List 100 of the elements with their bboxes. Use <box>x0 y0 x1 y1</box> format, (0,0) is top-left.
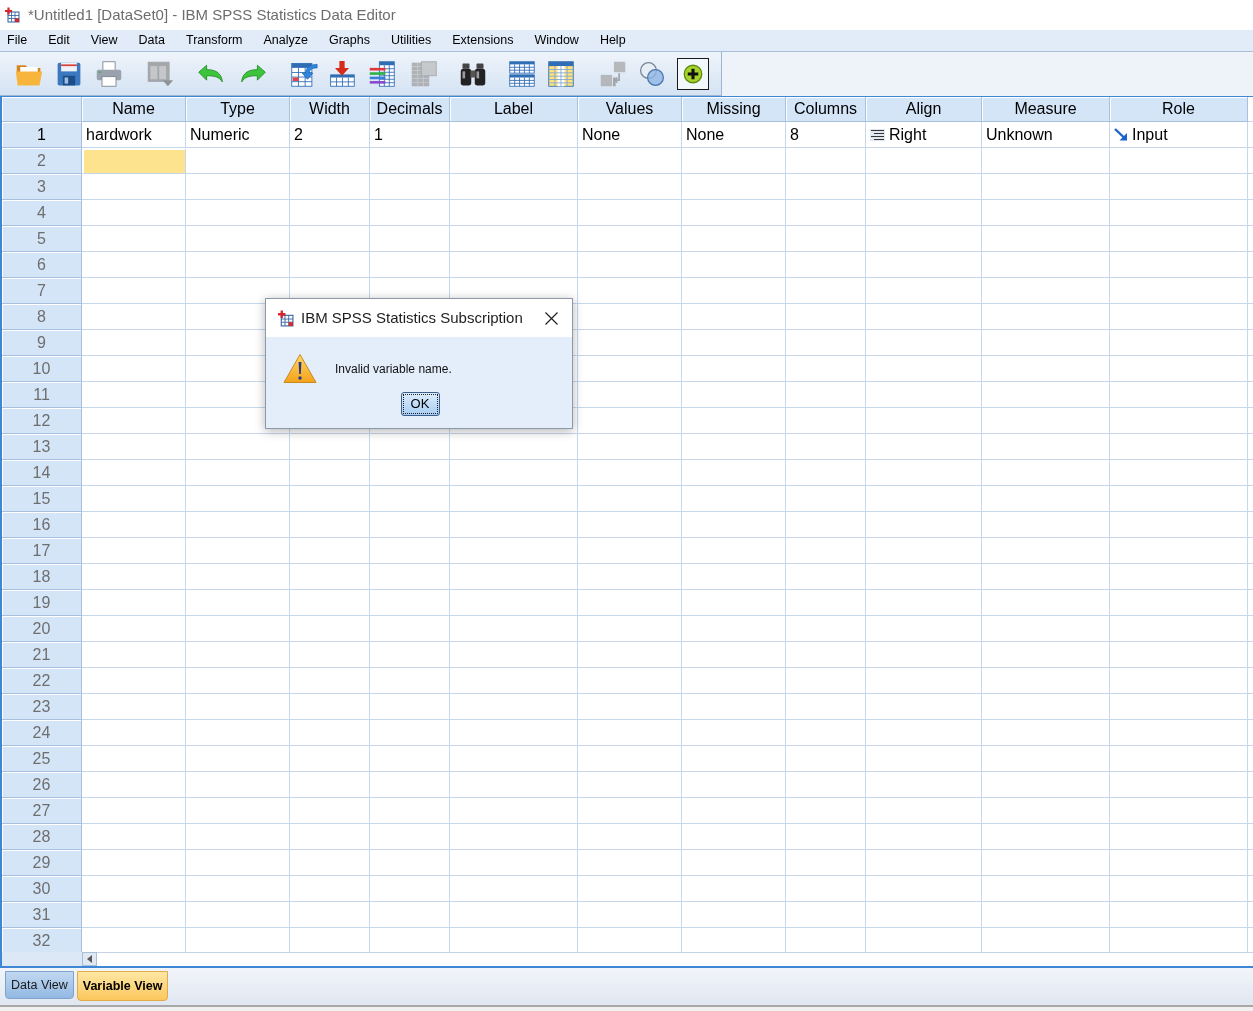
table-cell[interactable] <box>370 564 450 590</box>
table-cell[interactable] <box>450 772 578 798</box>
menu-item[interactable]: File <box>7 34 28 47</box>
table-cell[interactable] <box>982 798 1110 824</box>
row-header[interactable]: 21 <box>2 642 82 668</box>
table-cell[interactable] <box>982 720 1110 746</box>
scroll-left-button[interactable] <box>82 952 97 966</box>
table-cell[interactable] <box>578 902 682 928</box>
table-cell[interactable] <box>578 746 682 772</box>
table-cell[interactable] <box>682 538 786 564</box>
row-header[interactable]: 1 <box>2 122 82 148</box>
table-cell[interactable] <box>1110 408 1248 434</box>
table-cell[interactable] <box>866 876 982 902</box>
table-cell[interactable] <box>786 772 866 798</box>
table-cell[interactable] <box>982 538 1110 564</box>
row-header[interactable]: 14 <box>2 460 82 486</box>
table-cell[interactable] <box>866 564 982 590</box>
table-cell[interactable] <box>682 226 786 252</box>
table-cell[interactable] <box>982 694 1110 720</box>
table-cell[interactable] <box>682 590 786 616</box>
table-cell[interactable] <box>982 642 1110 668</box>
table-cell[interactable] <box>186 876 290 902</box>
table-cell[interactable] <box>186 642 290 668</box>
row-header[interactable]: 29 <box>2 850 82 876</box>
table-cell[interactable] <box>290 668 370 694</box>
row-header[interactable]: 13 <box>2 434 82 460</box>
table-cell[interactable] <box>866 746 982 772</box>
table-cell[interactable] <box>786 304 866 330</box>
table-cell[interactable] <box>82 330 186 356</box>
table-cell[interactable] <box>370 902 450 928</box>
table-cell[interactable] <box>370 434 450 460</box>
table-cell[interactable] <box>186 772 290 798</box>
table-cell[interactable] <box>82 226 186 252</box>
table-cell[interactable] <box>786 252 866 278</box>
table-cell[interactable] <box>450 642 578 668</box>
table-cell[interactable] <box>682 850 786 876</box>
table-cell[interactable] <box>450 122 578 148</box>
grid-corner[interactable] <box>2 97 82 122</box>
table-cell[interactable] <box>186 824 290 850</box>
table-cell[interactable] <box>982 460 1110 486</box>
close-button[interactable] <box>542 309 560 327</box>
table-cell[interactable] <box>186 148 290 174</box>
table-cell[interactable] <box>186 538 290 564</box>
table-cell[interactable]: None <box>578 122 682 148</box>
table-cell[interactable] <box>982 408 1110 434</box>
row-header[interactable]: 27 <box>2 798 82 824</box>
table-cell[interactable] <box>186 200 290 226</box>
row-header[interactable]: 18 <box>2 564 82 590</box>
table-cell[interactable] <box>370 824 450 850</box>
table-cell[interactable] <box>682 642 786 668</box>
table-cell[interactable] <box>982 902 1110 928</box>
table-cell[interactable] <box>82 720 186 746</box>
table-cell[interactable] <box>866 200 982 226</box>
table-cell[interactable] <box>370 694 450 720</box>
table-cell[interactable] <box>450 148 578 174</box>
table-cell[interactable] <box>578 148 682 174</box>
table-cell[interactable] <box>682 304 786 330</box>
table-cell[interactable] <box>578 174 682 200</box>
table-cell[interactable] <box>786 590 866 616</box>
table-cell[interactable] <box>982 278 1110 304</box>
table-cell[interactable] <box>982 304 1110 330</box>
table-cell[interactable] <box>290 798 370 824</box>
table-cell[interactable] <box>1110 434 1248 460</box>
table-cell[interactable] <box>82 486 186 512</box>
table-cell[interactable] <box>982 824 1110 850</box>
table-cell[interactable] <box>370 668 450 694</box>
table-cell[interactable] <box>682 460 786 486</box>
table-cell[interactable] <box>450 486 578 512</box>
table-cell[interactable] <box>1110 668 1248 694</box>
column-header[interactable]: Measure <box>982 97 1110 122</box>
table-cell[interactable] <box>578 824 682 850</box>
table-cell[interactable] <box>82 590 186 616</box>
menu-item[interactable]: Analyze <box>263 34 308 47</box>
table-cell[interactable] <box>450 460 578 486</box>
table-cell[interactable] <box>786 330 866 356</box>
row-header[interactable]: 17 <box>2 538 82 564</box>
table-cell[interactable] <box>786 538 866 564</box>
table-cell[interactable] <box>578 356 682 382</box>
table-cell[interactable] <box>82 850 186 876</box>
table-cell[interactable] <box>186 226 290 252</box>
table-cell[interactable] <box>982 174 1110 200</box>
table-cell[interactable] <box>290 616 370 642</box>
table-cell[interactable] <box>786 486 866 512</box>
row-header[interactable]: 10 <box>2 356 82 382</box>
table-cell[interactable] <box>982 876 1110 902</box>
table-cell[interactable] <box>82 772 186 798</box>
table-cell[interactable] <box>450 434 578 460</box>
table-cell[interactable] <box>450 538 578 564</box>
table-cell[interactable] <box>578 434 682 460</box>
table-cell[interactable] <box>1110 278 1248 304</box>
table-cell[interactable] <box>682 252 786 278</box>
row-header[interactable]: 16 <box>2 512 82 538</box>
table-cell[interactable] <box>1110 876 1248 902</box>
tab[interactable]: Data View <box>5 971 74 999</box>
table-cell[interactable] <box>1110 694 1248 720</box>
table-cell[interactable]: hardwork <box>82 122 186 148</box>
table-cell[interactable] <box>450 720 578 746</box>
table-cell[interactable] <box>866 486 982 512</box>
table-cell[interactable] <box>1110 174 1248 200</box>
table-cell[interactable] <box>1110 252 1248 278</box>
